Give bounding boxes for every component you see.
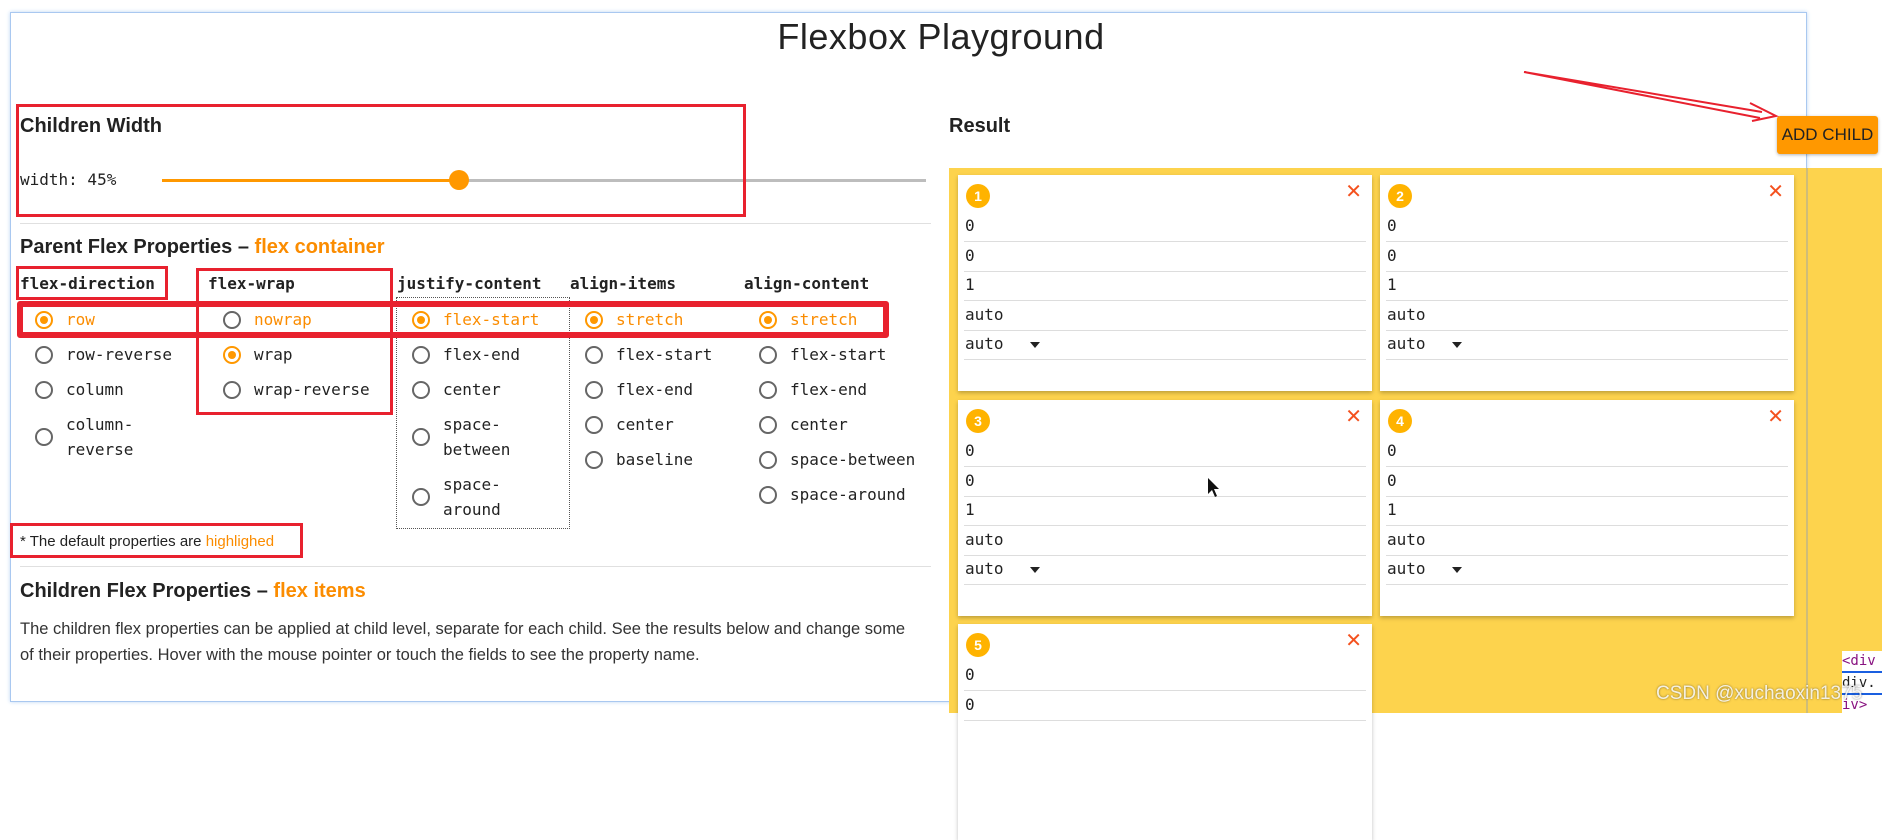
mouse-cursor-icon	[1208, 478, 1219, 497]
annotation-arrow	[1208, 71, 1780, 497]
watermark: CSDN @xuchaoxin1375	[1656, 683, 1863, 704]
